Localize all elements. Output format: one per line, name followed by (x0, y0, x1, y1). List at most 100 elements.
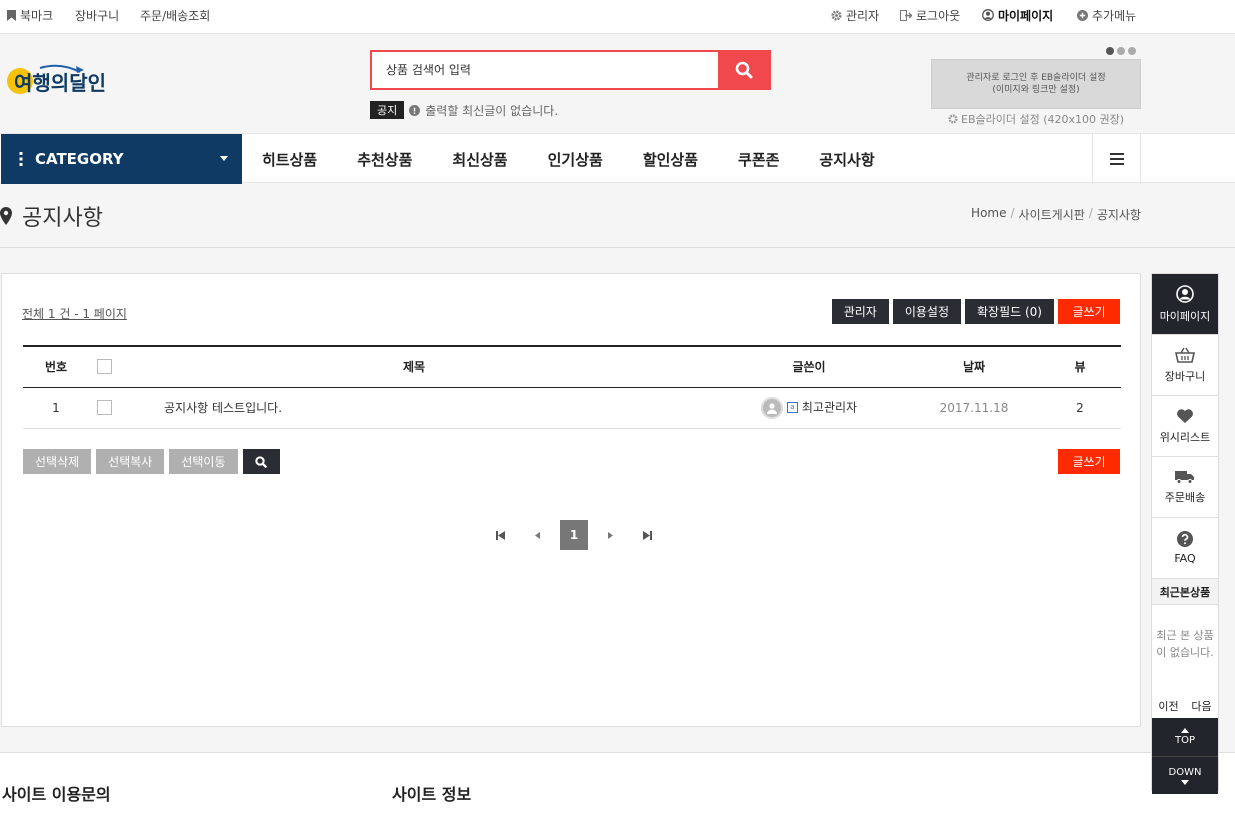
heart-icon (1177, 408, 1193, 423)
gear-icon (948, 114, 958, 124)
slider-dot[interactable] (1106, 47, 1114, 55)
board-table: 번호 제목 글쓴이 날짜 뷰 1 공지사항 테스트입니다. a 최고관리자 201… (23, 345, 1121, 429)
row-checkbox[interactable] (96, 400, 112, 415)
search-icon (255, 455, 267, 468)
gear-icon (831, 9, 842, 21)
hamburger-menu-button[interactable] (1092, 134, 1141, 184)
page-title: 공지사항 (0, 200, 103, 232)
nav-item-coupon[interactable]: 쿠폰존 (718, 134, 799, 184)
footer-info-heading: 사이트 정보 (392, 785, 472, 804)
row-title[interactable]: 공지사항 테스트입니다. (119, 387, 709, 428)
slider-dots (1106, 47, 1136, 55)
sign-out-icon (900, 9, 912, 21)
nav-item-notice[interactable]: 공지사항 (799, 134, 894, 184)
vertical-ellipsis-icon (19, 152, 23, 166)
user-circle-icon (982, 9, 994, 21)
table-header: 번호 제목 글쓴이 날짜 뷰 (23, 346, 1121, 387)
search-input[interactable] (372, 52, 720, 88)
admin-button[interactable]: 관리자 (831, 299, 889, 324)
nav-item-recommend[interactable]: 추천상품 (337, 134, 432, 184)
svg-text:여행의달인: 여행의달인 (14, 71, 106, 95)
recent-prev-button[interactable]: 이전 (1158, 698, 1178, 714)
board-search-button[interactable] (242, 449, 280, 474)
breadcrumb-home[interactable]: Home (971, 206, 1006, 223)
search-icon (735, 61, 752, 79)
cart-link[interactable]: 장바구니 (75, 0, 119, 30)
select-all-checkbox[interactable] (96, 359, 112, 375)
scroll-top-button[interactable]: TOP (1152, 718, 1218, 756)
plus-circle-icon (1077, 9, 1088, 21)
row-author-cell: a 최고관리자 (709, 387, 909, 428)
breadcrumb-board[interactable]: 사이트게시판 (1019, 206, 1085, 223)
row-author[interactable]: 최고관리자 (802, 400, 857, 414)
top-utility-bar: 북마크 장바구니 주문/배송조회 관리자 로그아웃 마이페이지 추가메뉴 (0, 0, 1235, 34)
notice-ticker: 공지 출력할 최신글이 없습니다. (370, 101, 558, 119)
step-backward-icon (496, 530, 505, 540)
quick-faq[interactable]: FAQ (1152, 518, 1218, 579)
nav-item-popular[interactable]: 인기상품 (528, 134, 623, 184)
more-menu-link[interactable]: 추가메뉴 (1077, 0, 1136, 30)
order-tracking-link[interactable]: 주문/배송조회 (140, 0, 210, 30)
caret-right-icon (608, 531, 613, 539)
avatar[interactable] (760, 396, 783, 419)
hamburger-icon (1109, 153, 1124, 165)
quick-mypage[interactable]: 마이페이지 (1152, 274, 1218, 335)
first-page-button[interactable] (482, 520, 519, 550)
move-selected-button[interactable]: 선택이동 (169, 449, 238, 474)
logout-link[interactable]: 로그아웃 (900, 0, 960, 30)
recent-products-nav: 이전 다음 (1152, 693, 1218, 718)
write-button[interactable]: 글쓰기 (1058, 299, 1120, 324)
quick-cart[interactable]: 장바구니 (1152, 335, 1218, 396)
quick-delivery[interactable]: 주문배송 (1152, 457, 1218, 518)
caret-left-icon (535, 531, 540, 539)
notice-text: 출력할 최신글이 없습니다. (425, 103, 559, 118)
settings-button[interactable]: 이용설정 (892, 299, 962, 324)
logo-image: 여행의달인 (7, 64, 106, 95)
quick-menu: 마이페이지 장바구니 위시리스트 주문배송 FAQ 최근본상품 최근 본 상품 … (1151, 273, 1219, 794)
admin-link[interactable]: 관리자 (831, 0, 879, 30)
bookmark-link[interactable]: 북마크 (7, 0, 53, 30)
row-number: 1 (52, 400, 60, 415)
nav-item-sale[interactable]: 할인상품 (623, 134, 718, 184)
recent-products-heading: 최근본상품 (1152, 579, 1218, 605)
recent-next-button[interactable]: 다음 (1191, 698, 1211, 714)
pagination: 1 (482, 520, 666, 550)
extension-field-button[interactable]: 확장필드 (0) (965, 299, 1054, 324)
caret-up-icon (1181, 728, 1189, 733)
breadcrumb: Home / 사이트게시판 / 공지사항 (971, 206, 1141, 223)
nav-item-hit[interactable]: 히트상품 (242, 134, 337, 184)
slider-dot[interactable] (1117, 47, 1125, 55)
current-page-button[interactable]: 1 (560, 520, 588, 550)
copy-selected-button[interactable]: 선택복사 (96, 449, 165, 474)
caret-down-icon (1181, 779, 1189, 785)
board-panel: 전체 1 건 - 1 페이지 관리자 이용설정 확장필드 (0) 글쓰기 번호 … (1, 273, 1141, 727)
bookmark-icon (7, 9, 16, 21)
breadcrumb-current: 공지사항 (1096, 208, 1141, 222)
col-views: 뷰 (1074, 360, 1086, 375)
prev-page-button[interactable] (519, 520, 556, 550)
banner-caption: EB슬라이더 설정 (420x100 권장) (948, 111, 1124, 127)
main-navigation: CATEGORY 히트상품 추천상품 최신상품 인기상품 할인상품 쿠폰존 공지… (0, 133, 1235, 184)
slider-dot[interactable] (1128, 47, 1136, 55)
site-logo[interactable]: 여행의달인 (6, 62, 124, 98)
shopping-basket-icon (1175, 347, 1195, 363)
category-button[interactable]: CATEGORY (1, 134, 242, 184)
next-page-button[interactable] (592, 520, 629, 550)
mypage-link[interactable]: 마이페이지 (982, 0, 1053, 30)
bulk-actions: 선택삭제 선택복사 선택이동 (23, 449, 280, 474)
col-title: 제목 (402, 360, 426, 375)
eb-slider-banner[interactable]: 관리자로 로그인 후 EB슬라이더 설정 (이미지와 링크만 설정) (931, 59, 1141, 109)
board-toolbar: 관리자 이용설정 확장필드 (0) 글쓰기 (831, 299, 1120, 324)
write-button-bottom[interactable]: 글쓰기 (1058, 449, 1120, 474)
quick-wishlist[interactable]: 위시리스트 (1152, 396, 1218, 457)
col-number: 번호 (44, 360, 68, 375)
search-button[interactable] (718, 52, 769, 88)
info-icon (409, 104, 421, 116)
delete-selected-button[interactable]: 선택삭제 (23, 449, 92, 474)
recent-products-empty: 최근 본 상품 이 없습니다. (1156, 629, 1214, 659)
total-count[interactable]: 전체 1 건 - 1 페이지 (22, 305, 127, 322)
user-circle-icon (1176, 284, 1194, 303)
nav-item-new[interactable]: 최신상품 (432, 134, 527, 184)
last-page-button[interactable] (629, 520, 666, 550)
scroll-down-button[interactable]: DOWN (1152, 756, 1218, 794)
